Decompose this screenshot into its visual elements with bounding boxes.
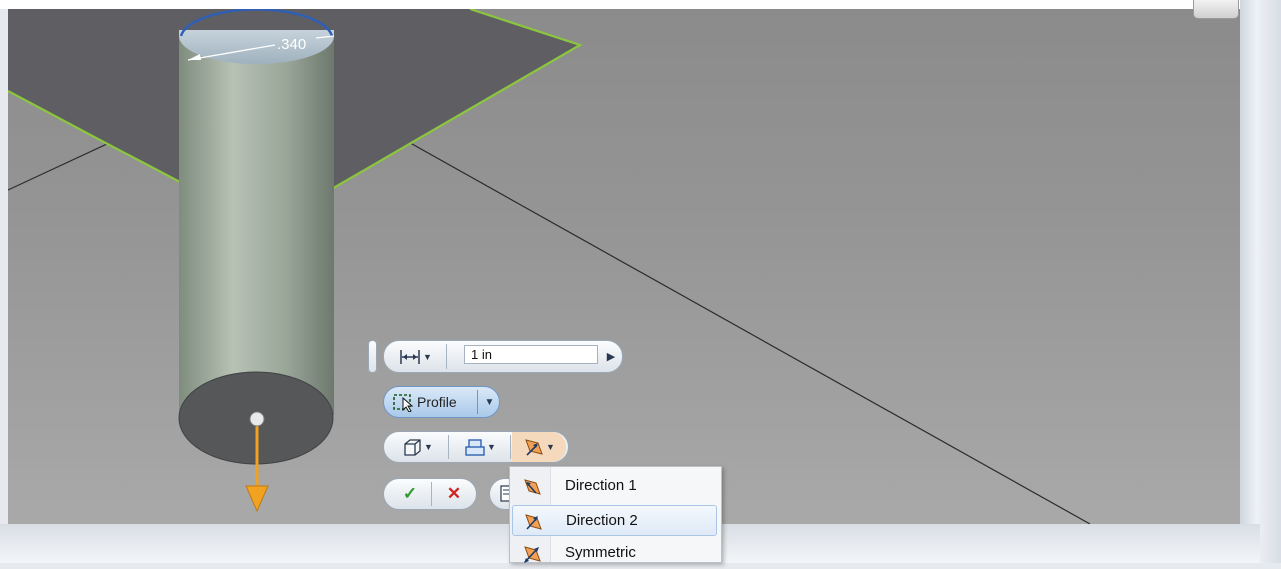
profile-select-icon	[393, 394, 414, 412]
window-top-strip	[0, 0, 1281, 9]
chevron-down-icon: ▼	[546, 442, 555, 452]
3d-scene: .340	[8, 9, 1091, 524]
close-icon: ✕	[446, 484, 462, 503]
ok-cancel-row: ✓ ✕	[383, 478, 477, 510]
separator	[446, 344, 447, 369]
separator	[510, 435, 511, 459]
extents-dropdown[interactable]: ▼	[390, 341, 440, 372]
window-frame-right	[1240, 0, 1281, 563]
minitoolbar-grip[interactable]	[368, 340, 377, 373]
distance-apply-button[interactable]: ▶	[602, 341, 620, 372]
menu-item-label: Direction 2	[566, 512, 638, 529]
solid-output-icon	[404, 439, 421, 456]
direction-menu: Direction 1 Direction 2 Symmetric	[509, 466, 722, 563]
chevron-down-icon: ▼	[484, 396, 495, 408]
distance-row: ▼ 1 in ▶	[383, 340, 623, 373]
profile-label: Profile	[417, 394, 457, 410]
menu-item-symmetric[interactable]: Symmetric	[512, 538, 717, 569]
separator	[477, 390, 478, 414]
output-type-dropdown[interactable]: ▼	[390, 432, 444, 462]
menu-item-direction-1[interactable]: Direction 1	[512, 471, 717, 502]
graphics-viewport[interactable]: .340	[8, 9, 1240, 524]
cancel-button[interactable]: ✕	[434, 479, 474, 509]
extrude-manipulator-ball[interactable]	[249, 411, 265, 427]
distance-input[interactable]: 1 in	[464, 345, 598, 364]
menu-item-direction-2[interactable]: Direction 2	[512, 505, 717, 536]
join-operation-icon	[465, 439, 485, 456]
chevron-right-icon: ▶	[606, 351, 616, 363]
operation-dropdown[interactable]: ▼	[452, 432, 508, 462]
separator	[431, 482, 432, 506]
direction-icon	[525, 439, 543, 456]
cylinder-body[interactable]	[179, 30, 334, 415]
dimension-label[interactable]: .340	[277, 36, 306, 53]
profile-dropdown[interactable]: ▼	[480, 387, 498, 417]
symmetric-icon	[524, 546, 541, 563]
profile-button[interactable]: Profile	[392, 387, 472, 417]
menu-item-label: Direction 1	[565, 477, 637, 494]
direction-dropdown[interactable]: ▼	[512, 432, 566, 462]
separator	[448, 435, 449, 459]
menu-item-label: Symmetric	[565, 544, 636, 561]
check-icon: ✓	[402, 484, 418, 503]
direction-2-icon	[525, 514, 542, 530]
viewcube-home-stub[interactable]	[1193, 0, 1239, 19]
distance-extents-icon	[400, 349, 420, 364]
extrude-arrow-head[interactable]	[245, 485, 269, 513]
chevron-down-icon: ▼	[423, 351, 432, 362]
options-row: ▼ ▼ ▼	[383, 431, 569, 463]
profile-selector[interactable]: Profile ▼	[383, 386, 500, 418]
ok-button[interactable]: ✓	[390, 479, 430, 509]
direction-1-icon	[524, 479, 541, 495]
chevron-down-icon: ▼	[424, 442, 433, 452]
chevron-down-icon: ▼	[487, 442, 496, 452]
